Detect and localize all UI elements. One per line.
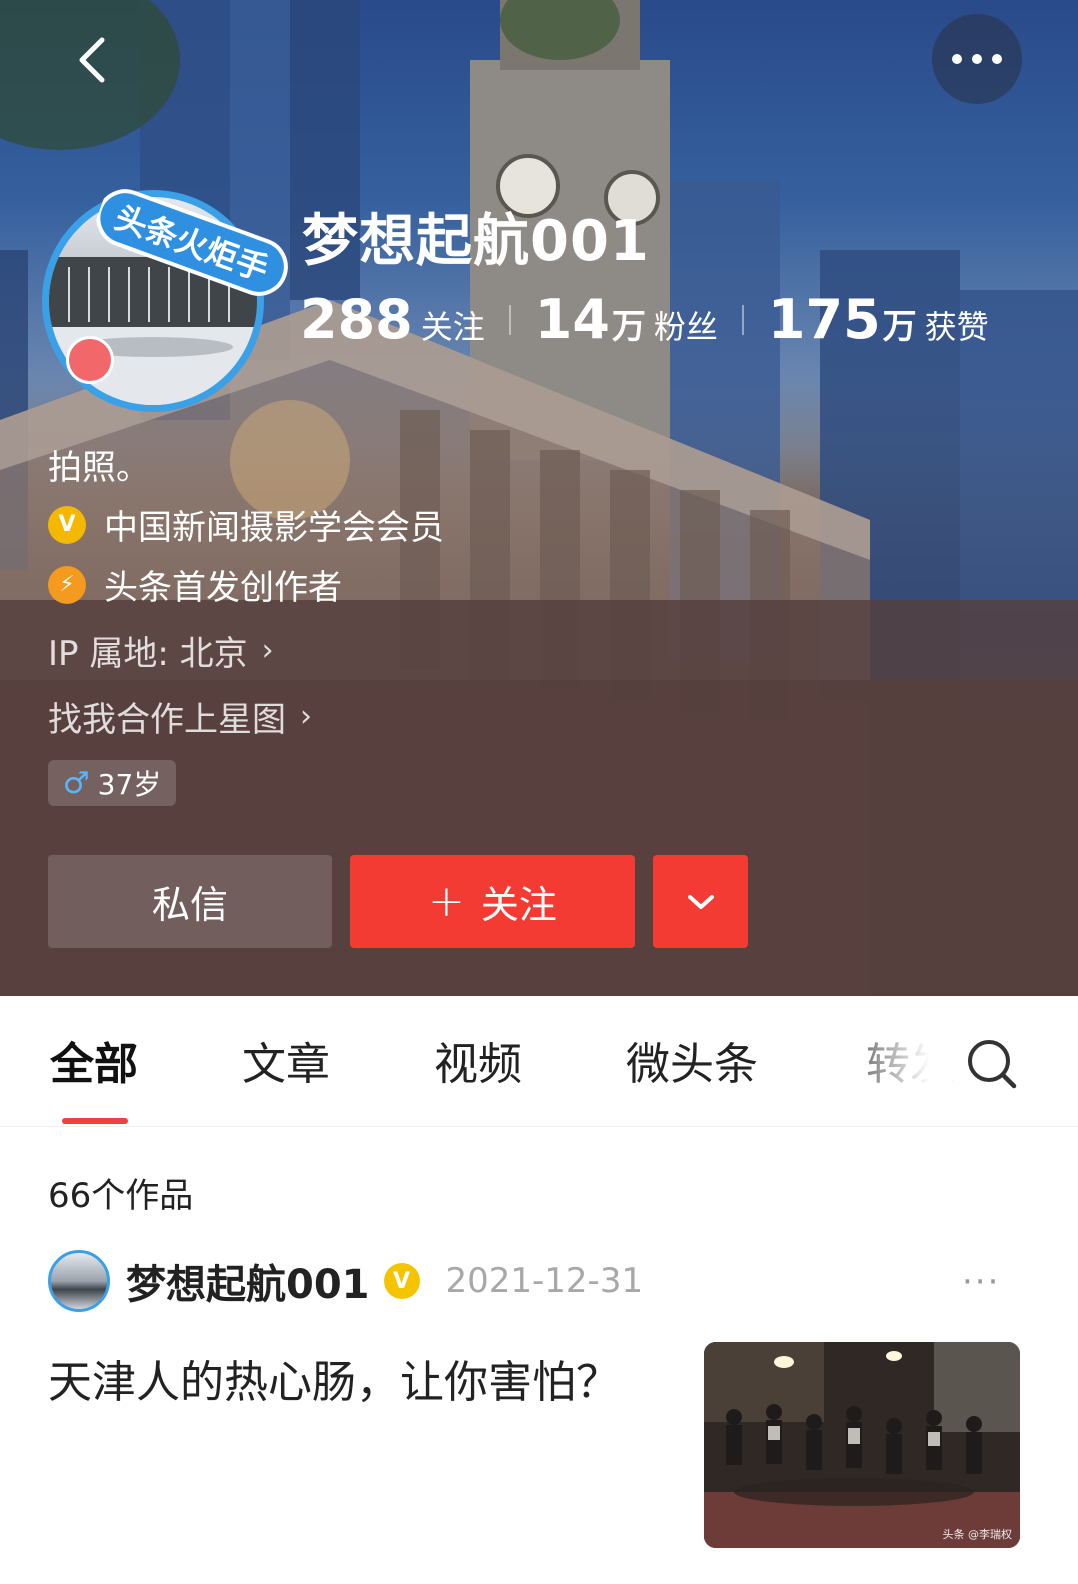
bio-text: 拍照。 [48, 448, 150, 488]
following-stat[interactable]: 288 关注 [300, 288, 485, 351]
profile-stats: 288 关注 14 万 粉丝 175 万 获赞 [300, 288, 989, 351]
message-button[interactable]: 私信 [48, 855, 332, 948]
post-header: 梦想起航001 V 2021-12-31 [48, 1250, 643, 1312]
follow-button-label: 关注 [480, 883, 557, 927]
collab-link[interactable]: 找我合作上星图 › [48, 692, 312, 741]
post-date: 2021-12-31 [445, 1261, 644, 1301]
profile-avatar[interactable]: 头条火炬手 [38, 168, 288, 412]
ip-location-link[interactable]: IP 属地: 北京 › [48, 626, 274, 675]
back-button[interactable] [60, 28, 124, 92]
post-thumbnail[interactable]: 头条 @李瑞权 [704, 1342, 1020, 1548]
stat-divider [741, 304, 744, 335]
username: 梦想起航001 [302, 209, 650, 274]
stat-divider [508, 304, 511, 335]
certification-text: 中国新闻摄影学会会员 [104, 508, 444, 548]
more-button[interactable] [932, 14, 1022, 104]
profile-header: 头条火炬手 梦想起航001 288 关注 14 万 粉丝 175 万 获赞 拍照… [0, 0, 1078, 996]
followers-count: 14 [534, 288, 610, 351]
likes-stat[interactable]: 175 万 获赞 [768, 288, 989, 351]
search-button[interactable] [964, 1036, 1020, 1092]
likes-count: 175 [767, 288, 881, 351]
search-icon [968, 1040, 1017, 1089]
chevron-right-icon: › [261, 633, 274, 668]
more-horizontal-icon [952, 54, 1002, 64]
active-tab-indicator [62, 1118, 128, 1124]
message-button-label: 私信 [151, 883, 228, 927]
likes-unit: 万 [882, 307, 917, 347]
tab-all[interactable]: 全部 [50, 1028, 138, 1092]
certification-row: V 中国新闻摄影学会会员 [48, 500, 444, 549]
tab-articles[interactable]: 文章 [242, 1028, 330, 1092]
creator-row: ⚡ 头条首发创作者 [48, 560, 342, 609]
tab-micro-posts[interactable]: 微头条 [626, 1028, 758, 1092]
age-text: 37岁 [97, 768, 162, 801]
followers-stat[interactable]: 14 万 粉丝 [535, 288, 718, 351]
thumbnail-watermark: 头条 @李瑞权 [942, 1528, 1013, 1541]
age-tag: ♂ 37岁 [48, 760, 176, 806]
post-avatar[interactable] [48, 1250, 110, 1312]
followers-label: 粉丝 [653, 308, 718, 346]
creator-text: 头条首发创作者 [104, 568, 342, 608]
work-count: 66个作品 [48, 1176, 194, 1216]
following-label: 关注 [420, 308, 485, 346]
flame-badge-icon [66, 336, 114, 384]
lightning-icon: ⚡ [48, 565, 86, 604]
follow-dropdown-button[interactable] [653, 855, 748, 948]
thumbnail-image [704, 1342, 1020, 1548]
verified-v-icon: V [48, 505, 86, 544]
content-tabs: 全部 文章 视频 微头条 转发 [0, 996, 1078, 1127]
chevron-left-icon [79, 37, 105, 83]
cover-image [0, 0, 1078, 996]
plus-icon: + [428, 876, 465, 927]
ip-location-text: IP 属地: 北京 [48, 634, 248, 674]
collab-link-text: 找我合作上星图 [48, 700, 286, 740]
chevron-right-icon: › [300, 699, 312, 734]
follow-button[interactable]: + 关注 [350, 855, 635, 948]
following-count: 288 [300, 288, 413, 351]
male-icon: ♂ [62, 765, 90, 801]
post-title[interactable]: 天津人的热心肠，让你害怕？ [48, 1346, 620, 1410]
likes-label: 获赞 [924, 308, 989, 346]
tab-videos[interactable]: 视频 [434, 1028, 522, 1092]
post-more-button[interactable]: ··· [962, 1262, 1000, 1302]
verified-v-icon: V [383, 1263, 420, 1299]
post-author[interactable]: 梦想起航001 [126, 1252, 370, 1310]
followers-unit: 万 [611, 307, 646, 347]
tab-fade [862, 996, 952, 1124]
chevron-down-icon [687, 894, 714, 909]
